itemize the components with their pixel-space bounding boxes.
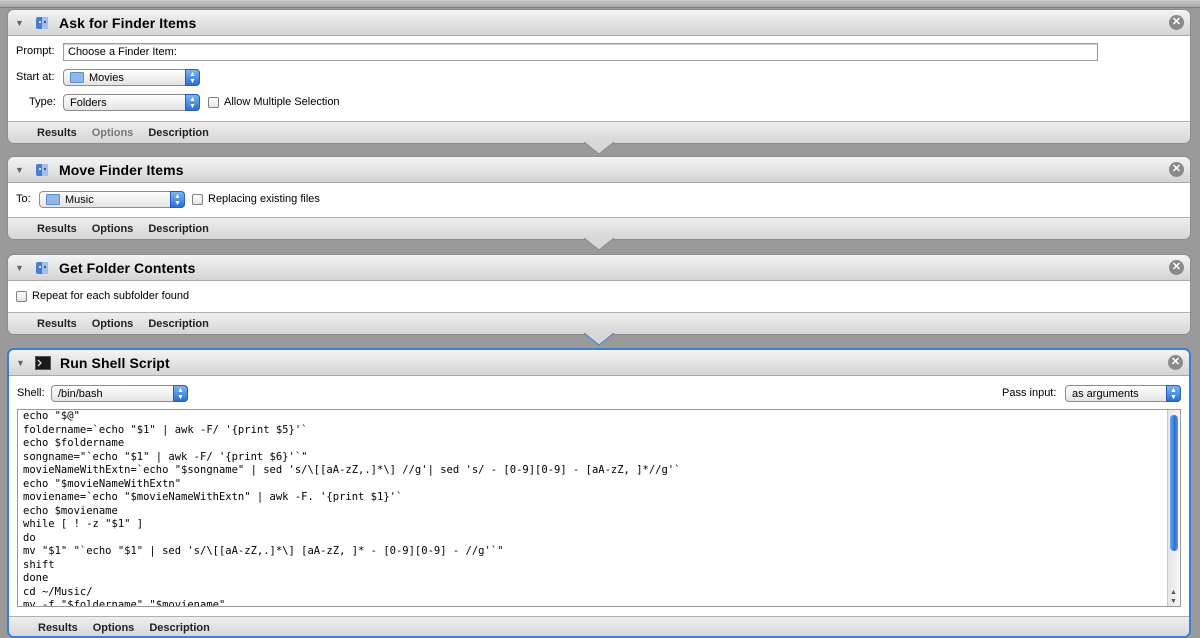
start-at-value: Movies	[89, 71, 124, 84]
pass-input-value: as arguments	[1072, 387, 1139, 400]
popup-arrows-icon: ▲ ▼	[170, 191, 185, 208]
action-titlebar[interactable]: ▼ Get Folder Contents ✕	[8, 255, 1190, 281]
close-icon[interactable]: ✕	[1168, 355, 1183, 370]
to-popup[interactable]: Music ▲ ▼	[39, 191, 185, 208]
options-tab[interactable]: Options	[93, 622, 135, 634]
shell-label: Shell:	[17, 387, 45, 399]
action-footer: Results Options Description	[8, 121, 1190, 143]
options-tab[interactable]: Options	[92, 223, 134, 235]
results-tab[interactable]: Results	[37, 223, 77, 235]
finder-icon	[33, 161, 51, 179]
results-tab[interactable]: Results	[37, 318, 77, 330]
disclosure-triangle-icon[interactable]: ▼	[15, 165, 25, 175]
replacing-label: Replacing existing files	[208, 193, 320, 205]
action-connector	[584, 333, 614, 346]
disclosure-triangle-icon[interactable]: ▼	[15, 18, 25, 28]
scrollbar-thumb[interactable]	[1170, 415, 1178, 551]
movies-folder-icon	[70, 72, 84, 83]
action-footer: Results Options Description	[8, 312, 1190, 334]
type-value: Folders	[70, 96, 107, 109]
description-tab[interactable]: Description	[149, 622, 210, 634]
script-text[interactable]: echo "$@" foldername=`echo "$1" | awk -F…	[18, 410, 1180, 606]
repeat-subfolder-checkbox[interactable]	[16, 290, 27, 302]
action-run-shell-script: ▼ Run Shell Script ✕ Shell: /bin/bash ▲ ▼…	[7, 348, 1191, 638]
action-ask-for-finder-items: ▼ Ask for Finder Items ✕ Prompt: Choose …	[7, 9, 1191, 144]
window-top-strip	[0, 0, 1200, 8]
action-body: Prompt: Choose a Finder Item: Start at: …	[8, 36, 1190, 121]
action-body: To: Music ▲ ▼ Replacing existing files	[8, 183, 1190, 217]
disclosure-triangle-icon[interactable]: ▼	[16, 358, 26, 368]
to-label: To:	[16, 193, 31, 205]
action-footer: Results Options Description	[9, 616, 1189, 636]
popup-arrows-icon: ▲ ▼	[185, 69, 200, 86]
close-icon[interactable]: ✕	[1169, 260, 1184, 275]
action-title: Get Folder Contents	[59, 259, 196, 276]
shell-value: /bin/bash	[58, 387, 103, 400]
music-folder-icon	[46, 194, 60, 205]
action-titlebar[interactable]: ▼ Run Shell Script ✕	[9, 350, 1189, 376]
action-title: Run Shell Script	[60, 354, 170, 371]
disclosure-triangle-icon[interactable]: ▼	[15, 263, 25, 273]
description-tab[interactable]: Description	[148, 318, 209, 330]
finder-icon	[33, 14, 51, 32]
results-tab[interactable]: Results	[37, 127, 77, 139]
options-tab[interactable]: Options	[92, 318, 134, 330]
popup-arrows-icon: ▲ ▼	[173, 385, 188, 402]
pass-input-popup[interactable]: as arguments ▲ ▼	[1065, 385, 1181, 402]
action-body: Repeat for each subfolder found	[8, 281, 1190, 312]
action-title: Move Finder Items	[59, 161, 184, 178]
prompt-label: Prompt:	[16, 45, 55, 57]
type-popup[interactable]: Folders ▲ ▼	[63, 94, 200, 111]
vertical-scrollbar[interactable]: ▲ ▼	[1167, 410, 1180, 606]
action-footer: Results Options Description	[8, 217, 1190, 239]
prompt-field[interactable]: Choose a Finder Item:	[63, 43, 1098, 61]
type-label: Type:	[29, 96, 56, 108]
action-titlebar[interactable]: ▼ Ask for Finder Items ✕	[8, 10, 1190, 36]
action-get-folder-contents: ▼ Get Folder Contents ✕ Repeat for each …	[7, 254, 1191, 335]
action-titlebar[interactable]: ▼ Move Finder Items ✕	[8, 157, 1190, 183]
close-icon[interactable]: ✕	[1169, 15, 1184, 30]
start-at-popup[interactable]: Movies ▲ ▼	[63, 69, 200, 86]
action-connector	[584, 142, 614, 155]
popup-arrows-icon: ▲ ▼	[185, 94, 200, 111]
allow-multiple-label: Allow Multiple Selection	[224, 96, 340, 108]
finder-icon	[33, 259, 51, 277]
options-tab[interactable]: Options	[92, 127, 134, 139]
close-icon[interactable]: ✕	[1169, 162, 1184, 177]
start-at-label: Start at:	[16, 71, 55, 83]
results-tab[interactable]: Results	[38, 622, 78, 634]
action-connector	[584, 238, 614, 251]
shell-popup[interactable]: /bin/bash ▲ ▼	[51, 385, 188, 402]
action-title: Ask for Finder Items	[59, 14, 197, 31]
description-tab[interactable]: Description	[148, 223, 209, 235]
script-editor[interactable]: echo "$@" foldername=`echo "$1" | awk -F…	[17, 409, 1181, 607]
to-value: Music	[65, 193, 94, 206]
action-move-finder-items: ▼ Move Finder Items ✕ To: Music ▲ ▼ Repla…	[7, 156, 1191, 240]
scroll-down-icon[interactable]: ▼	[1170, 598, 1177, 605]
pass-input-label: Pass input:	[1002, 387, 1057, 399]
description-tab[interactable]: Description	[148, 127, 209, 139]
terminal-icon	[34, 354, 52, 372]
replacing-checkbox[interactable]	[192, 193, 203, 205]
action-body: Shell: /bin/bash ▲ ▼ Pass input: as argum…	[9, 376, 1189, 616]
popup-arrows-icon: ▲ ▼	[1166, 385, 1181, 402]
allow-multiple-checkbox[interactable]	[208, 96, 219, 108]
repeat-subfolder-label: Repeat for each subfolder found	[32, 290, 190, 302]
scroll-up-icon[interactable]: ▲	[1170, 589, 1177, 596]
